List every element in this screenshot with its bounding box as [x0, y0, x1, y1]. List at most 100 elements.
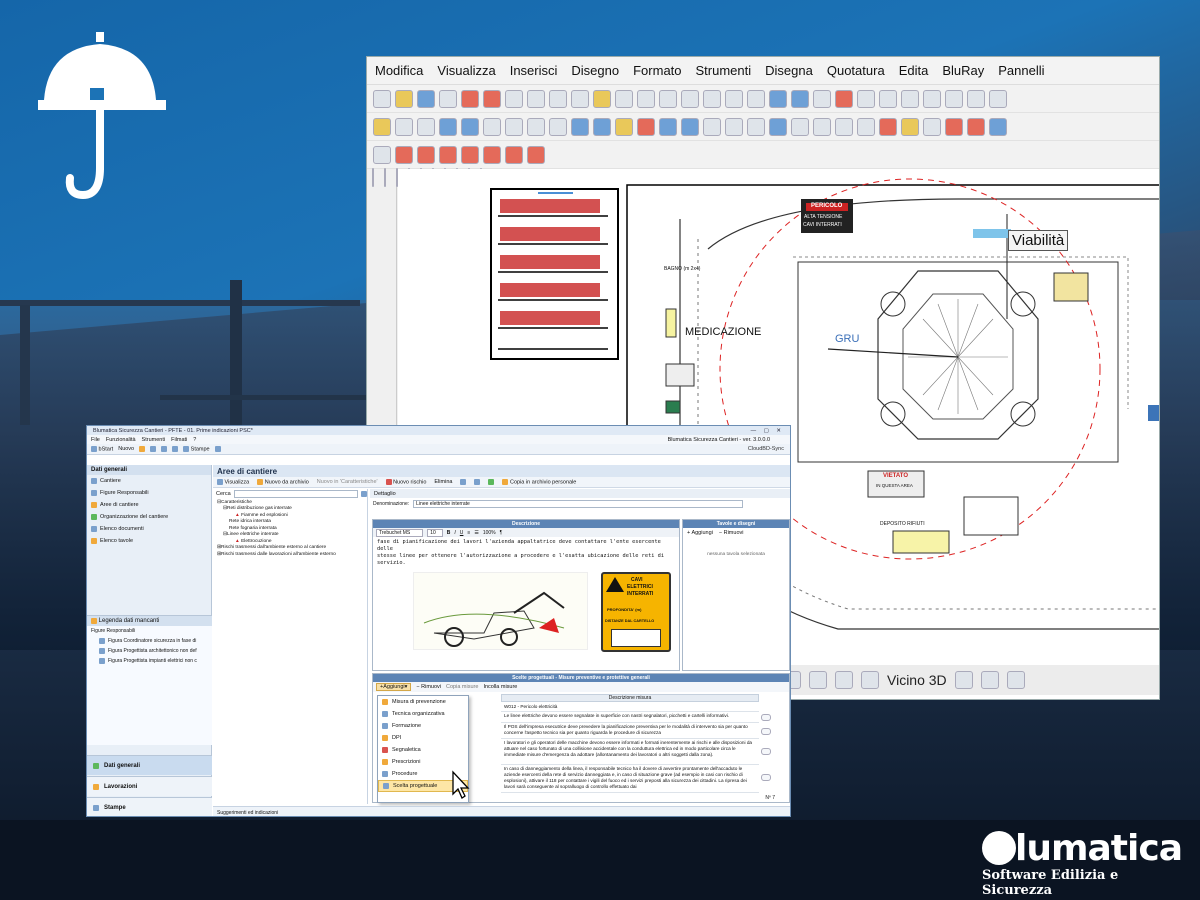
search-icon[interactable]	[361, 491, 367, 497]
zoom-select[interactable]: 100%	[483, 530, 496, 536]
menu-item-dpi[interactable]: DPI	[378, 732, 468, 744]
cut-icon[interactable]	[505, 89, 523, 108]
join-icon[interactable]	[681, 117, 699, 136]
zoom-in-icon[interactable]	[703, 89, 721, 108]
legend-item[interactable]: Figura Progettista impianti elettrici no…	[87, 656, 212, 666]
spline-icon[interactable]	[879, 89, 897, 108]
polyline-icon[interactable]	[791, 89, 809, 108]
tool-lamp-icon[interactable]	[372, 168, 374, 187]
pan-icon[interactable]	[659, 89, 677, 108]
fillet-round-icon[interactable]	[747, 117, 765, 136]
view-icon[interactable]	[954, 671, 973, 689]
bracket-icon[interactable]	[923, 117, 941, 136]
menu-item-tecnica-organizzativa[interactable]: Tecnica organizzativa	[378, 708, 468, 720]
fly-icon[interactable]	[861, 671, 879, 689]
app-menu-filmati[interactable]: Filmati	[171, 437, 187, 443]
nuovo-archivio-button[interactable]: Nuovo da archivio	[257, 478, 309, 485]
incolla-misure-button[interactable]: Incolla misure	[483, 684, 517, 690]
nuovo-button[interactable]: Nuovo	[118, 446, 134, 452]
cad-menu-strumenti[interactable]: Strumenti	[696, 63, 752, 78]
brush-icon[interactable]	[901, 117, 919, 136]
nav-lavorazioni[interactable]: Lavorazioni	[87, 776, 212, 796]
break-icon[interactable]	[659, 117, 677, 136]
cad-menu-disegna[interactable]: Disegna	[765, 63, 813, 78]
legend-group[interactable]: Figure Responsabili	[87, 626, 212, 636]
copy-object-icon[interactable]	[505, 117, 523, 136]
erase-icon[interactable]	[417, 117, 435, 136]
cad-menu-edita[interactable]: Edita	[899, 63, 929, 78]
walk-icon[interactable]	[835, 671, 853, 689]
print-icon[interactable]	[439, 89, 457, 108]
save-icon[interactable]	[150, 446, 157, 452]
search-input[interactable]	[233, 490, 359, 498]
line-icon[interactable]	[769, 89, 787, 108]
row-checkbox[interactable]	[761, 774, 771, 781]
app-menu-strumenti[interactable]: Strumenti	[142, 437, 166, 443]
nuovo-caratteristiche-button[interactable]: Nuovo in 'Caratteristiche'	[317, 479, 378, 485]
menu-item-formazione[interactable]: Formazione	[378, 720, 468, 732]
stampe-button[interactable]: Stampe	[183, 445, 210, 452]
zigzag-icon[interactable]	[945, 117, 963, 136]
app-menu-file[interactable]: File	[91, 437, 100, 443]
split-icon[interactable]	[879, 117, 897, 136]
scale-icon[interactable]	[571, 117, 589, 136]
flag-icon[interactable]	[395, 145, 413, 164]
layer-move-icon[interactable]	[483, 145, 501, 164]
layer-stack-icon[interactable]	[439, 145, 457, 164]
copia-misure-button[interactable]: Copia misure	[446, 684, 478, 690]
row-checkbox[interactable]	[761, 748, 771, 755]
visualizza-button[interactable]: Visualizza	[217, 478, 249, 485]
s-curve-icon[interactable]	[967, 117, 985, 136]
sidebar-item-aree[interactable]: Aree di cantiere	[87, 499, 211, 511]
move-icon[interactable]	[527, 117, 545, 136]
paste-icon[interactable]	[549, 89, 567, 108]
app-menu-help[interactable]: ?	[193, 437, 196, 443]
extend-icon[interactable]	[637, 117, 655, 136]
copia-archivio-button[interactable]: Copia in archivio personale	[502, 478, 576, 485]
align-icon[interactable]: ≡	[467, 530, 470, 536]
aggiungi-dropdown-button[interactable]: + Aggiungi ▾	[376, 683, 412, 691]
cad-menu-visualizza[interactable]: Visualizza	[437, 63, 495, 78]
zoom-search-icon[interactable]	[835, 117, 853, 136]
pan-3d-icon[interactable]	[809, 671, 827, 689]
rimuovi-button[interactable]: − Rimuovi	[416, 684, 441, 690]
export-icon[interactable]	[172, 446, 179, 452]
search-icon[interactable]	[813, 117, 831, 136]
row-checkbox[interactable]	[761, 728, 771, 735]
house-icon[interactable]	[945, 89, 963, 108]
refresh-icon[interactable]	[488, 479, 495, 485]
rotate-3d-icon[interactable]	[1006, 671, 1025, 689]
app-menu-funzionalita[interactable]: Funzionalità	[106, 437, 136, 443]
elimina-button[interactable]: Elimina	[434, 479, 452, 485]
sidebar-item-tavole[interactable]: Elenco tavole	[87, 535, 211, 547]
cad-menu-modifica[interactable]: Modifica	[375, 63, 423, 78]
tavole-remove-button[interactable]: − Rimuovi	[719, 530, 744, 536]
offset-icon[interactable]	[461, 117, 479, 136]
menu-item-prescrizioni[interactable]: Prescrizioni	[378, 756, 468, 768]
export-icon[interactable]	[483, 89, 501, 108]
vicino-3d-label[interactable]: Vicino 3D	[887, 672, 947, 688]
sidebar-item-cantiere[interactable]: Cantiere	[87, 475, 211, 487]
block-icon[interactable]	[769, 117, 787, 136]
redo-icon[interactable]	[637, 89, 655, 108]
fillet-icon[interactable]	[725, 117, 743, 136]
arrow-down-icon[interactable]	[474, 479, 481, 485]
zoom-icon[interactable]	[681, 89, 699, 108]
tree-node[interactable]: ⊞ Rischi trasmessi dalle lavorazioni all…	[213, 551, 367, 558]
sidebar-item-figure[interactable]: Figure Responsabili	[87, 487, 211, 499]
copy-icon[interactable]	[527, 89, 545, 108]
link-icon[interactable]	[857, 117, 875, 136]
layers-icon[interactable]	[417, 145, 435, 164]
open-folder-icon[interactable]	[395, 89, 413, 108]
pencil-icon[interactable]	[373, 117, 391, 136]
undo-icon[interactable]	[615, 89, 633, 108]
arc-icon[interactable]	[813, 89, 831, 108]
paragraph-icon[interactable]: ¶	[500, 530, 503, 536]
layer-lock-icon[interactable]	[527, 145, 545, 164]
curve-icon[interactable]	[967, 89, 985, 108]
save-all-icon[interactable]	[161, 446, 168, 452]
tab-dettaglio[interactable]: Dettaglio	[370, 489, 790, 498]
menu-item-misura-prevenzione[interactable]: Misura di prevenzione	[378, 696, 468, 708]
column-header-descrizione[interactable]: Descrizione misura	[501, 694, 759, 702]
bstart-button[interactable]: bStart	[91, 445, 113, 452]
